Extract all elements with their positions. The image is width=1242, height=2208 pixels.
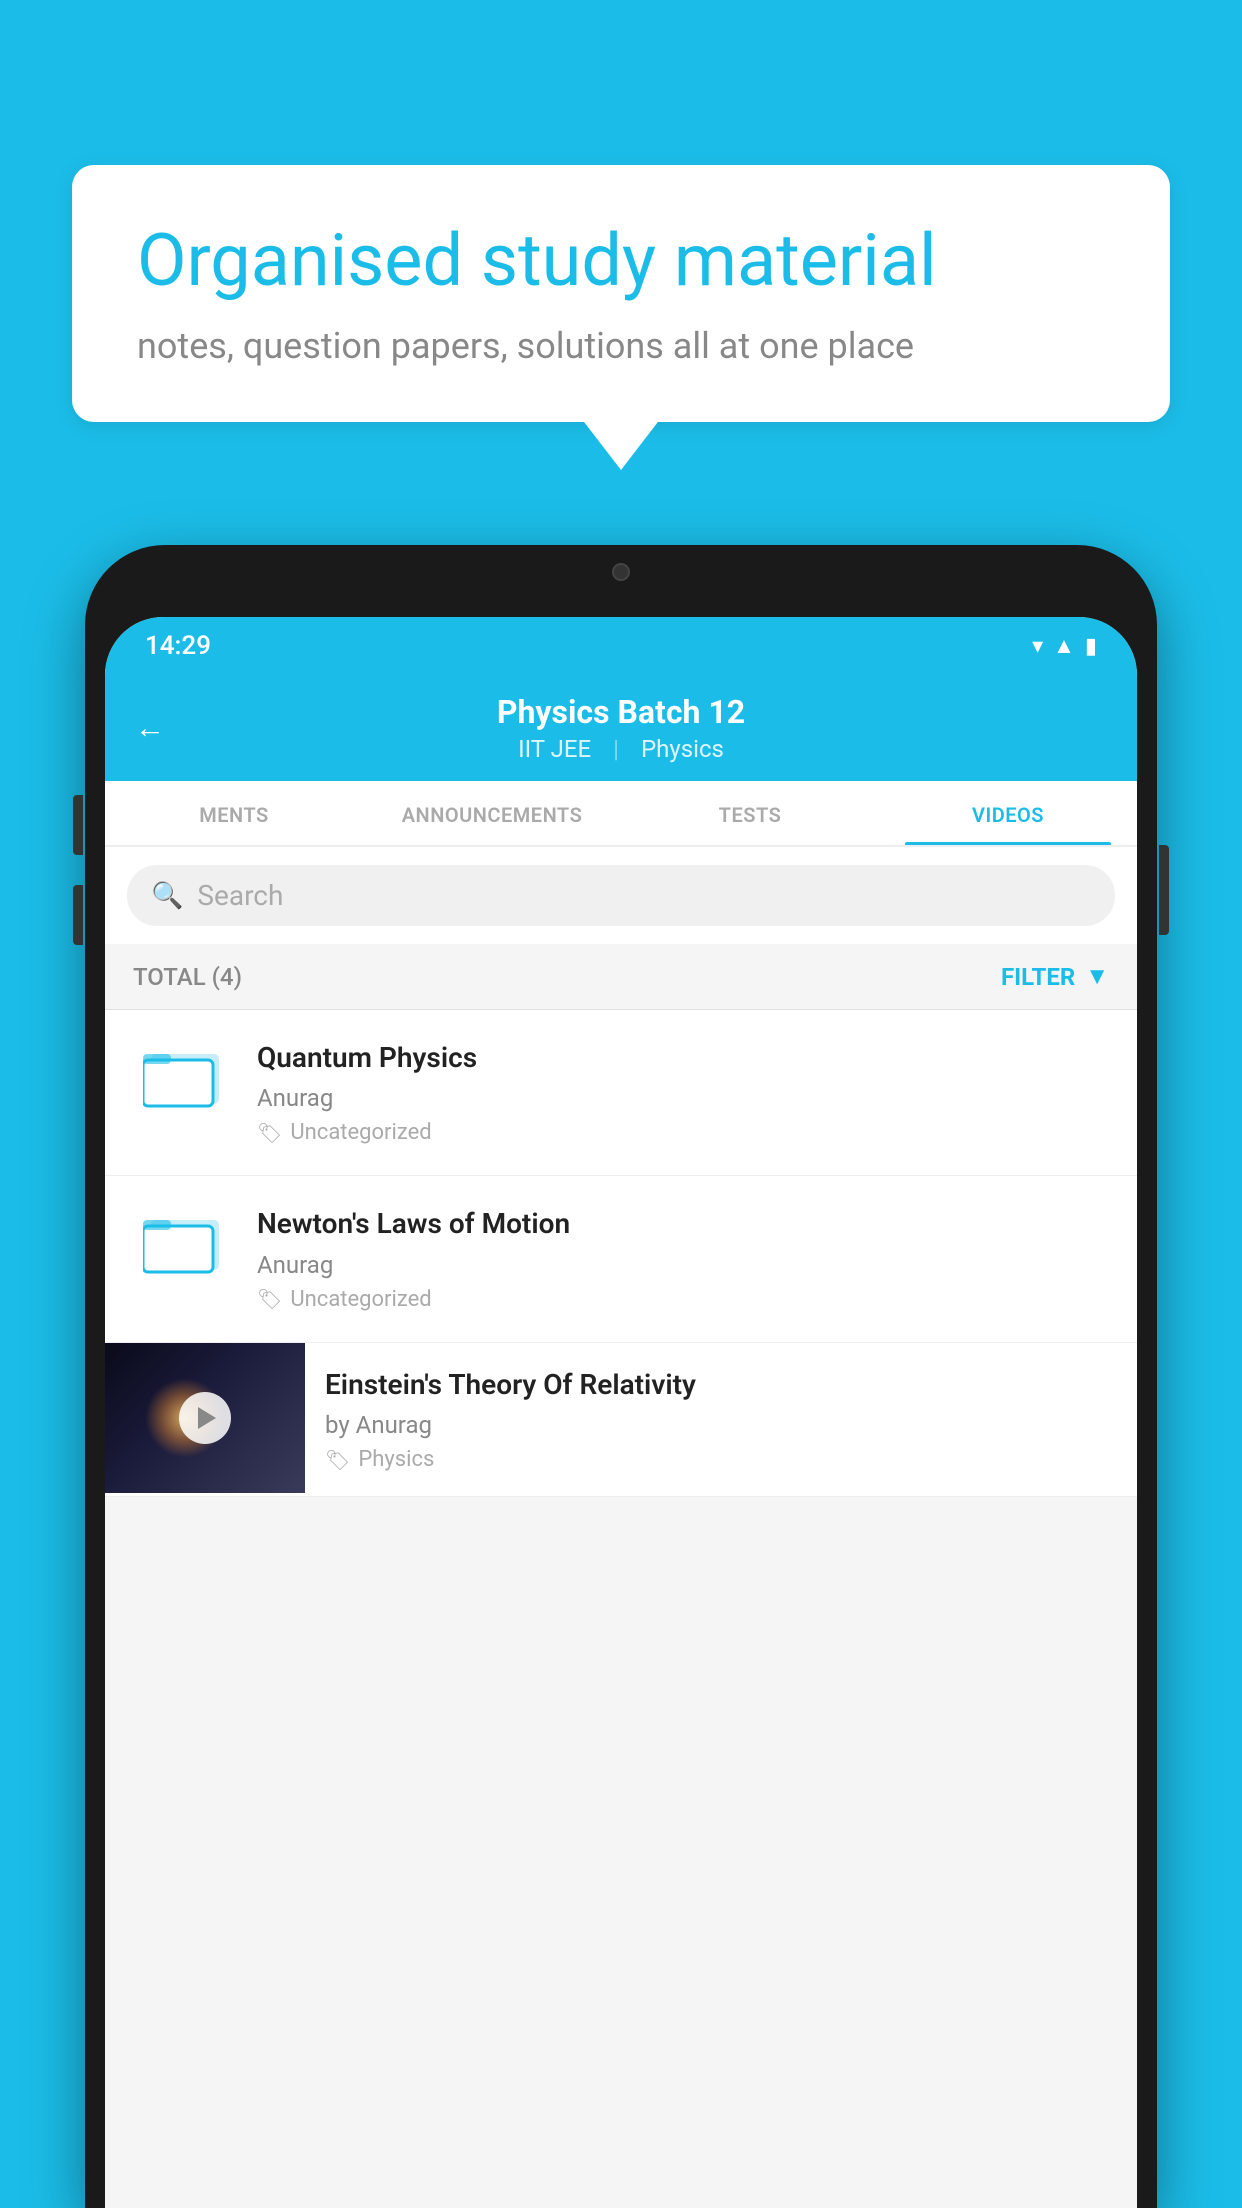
video-tag-1: Uncategorized	[290, 1120, 431, 1145]
video-tag-2: Uncategorized	[290, 1287, 431, 1312]
play-button-3[interactable]	[179, 1392, 231, 1444]
tab-videos[interactable]: VIDEOS	[879, 781, 1137, 845]
video-author-3: by Anurag	[325, 1411, 1117, 1439]
filter-label: FILTER	[1001, 963, 1075, 991]
list-item[interactable]: Newton's Laws of Motion Anurag 🏷 Uncateg…	[105, 1176, 1137, 1342]
video-title-1: Quantum Physics	[257, 1040, 1109, 1076]
search-bar-wrap: 🔍 Search	[105, 847, 1137, 944]
filter-bar: TOTAL (4) FILTER ▼	[105, 944, 1137, 1010]
video-author-1: Anurag	[257, 1084, 1109, 1112]
speech-bubble: Organised study material notes, question…	[72, 165, 1170, 422]
video-info-1: Quantum Physics Anurag 🏷 Uncategorized	[257, 1040, 1109, 1145]
tag-icon-2: 🏷	[257, 1287, 282, 1311]
video-list: Quantum Physics Anurag 🏷 Uncategorized	[105, 1010, 1137, 1497]
thumb-info-3: Einstein's Theory Of Relativity by Anura…	[305, 1343, 1137, 1496]
video-thumb-1	[133, 1040, 233, 1108]
video-tag-row-2: 🏷 Uncategorized	[257, 1287, 1109, 1312]
batch-title: Physics Batch 12	[497, 693, 745, 731]
signal-icon: ▲	[1053, 633, 1075, 659]
phone-screen: 14:29 ▾ ▲ ▮ ← Physics Batch 12 IIT JEE |…	[105, 617, 1137, 2208]
list-item[interactable]: Einstein's Theory Of Relativity by Anura…	[105, 1343, 1137, 1497]
tag-icon-3: 🏷	[325, 1448, 350, 1472]
front-camera	[612, 563, 630, 581]
tab-announcements[interactable]: ANNOUNCEMENTS	[363, 781, 621, 845]
video-title-2: Newton's Laws of Motion	[257, 1206, 1109, 1242]
filter-button[interactable]: FILTER ▼	[1001, 962, 1109, 991]
app-header: ← Physics Batch 12 IIT JEE | Physics	[105, 675, 1137, 781]
video-info-2: Newton's Laws of Motion Anurag 🏷 Uncateg…	[257, 1206, 1109, 1311]
speech-bubble-subtitle: notes, question papers, solutions all at…	[137, 325, 1105, 367]
tabs-bar: MENTS ANNOUNCEMENTS TESTS VIDEOS	[105, 781, 1137, 847]
phone-frame: 14:29 ▾ ▲ ▮ ← Physics Batch 12 IIT JEE |…	[85, 545, 1157, 2208]
video-thumb-2	[133, 1206, 233, 1274]
play-triangle-icon	[198, 1407, 216, 1429]
search-bar[interactable]: 🔍 Search	[127, 865, 1115, 926]
video-thumbnail-3	[105, 1343, 305, 1493]
video-tag-row-1: 🏷 Uncategorized	[257, 1120, 1109, 1145]
video-title-3: Einstein's Theory Of Relativity	[325, 1367, 1117, 1403]
volume-down-button[interactable]	[73, 885, 83, 945]
status-icons: ▾ ▲ ▮	[1032, 633, 1097, 659]
volume-up-button[interactable]	[73, 795, 83, 855]
header-tags: IIT JEE | Physics	[518, 735, 724, 763]
video-author-2: Anurag	[257, 1251, 1109, 1279]
speech-bubble-title: Organised study material	[137, 220, 1105, 303]
total-count: TOTAL (4)	[133, 963, 242, 991]
power-button[interactable]	[1159, 845, 1169, 935]
tab-ments[interactable]: MENTS	[105, 781, 363, 845]
tag-icon-1: 🏷	[257, 1121, 282, 1145]
tag-physics: Physics	[641, 735, 724, 763]
tab-tests[interactable]: TESTS	[621, 781, 879, 845]
search-placeholder: Search	[197, 879, 283, 912]
wifi-icon: ▾	[1032, 634, 1043, 659]
folder-icon-2	[143, 1206, 223, 1274]
back-button[interactable]: ←	[135, 711, 165, 746]
battery-icon: ▮	[1085, 634, 1097, 659]
phone-notch	[556, 545, 686, 593]
tag-iitjee: IIT JEE	[518, 735, 591, 763]
status-bar: 14:29 ▾ ▲ ▮	[105, 617, 1137, 675]
status-time: 14:29	[145, 631, 211, 661]
video-tag-3: Physics	[358, 1447, 434, 1472]
video-tag-row-3: 🏷 Physics	[325, 1447, 1117, 1472]
filter-funnel-icon: ▼	[1085, 962, 1109, 991]
list-item[interactable]: Quantum Physics Anurag 🏷 Uncategorized	[105, 1010, 1137, 1176]
search-icon: 🔍	[151, 881, 183, 911]
folder-icon	[143, 1040, 223, 1108]
tag-separator: |	[613, 735, 619, 763]
